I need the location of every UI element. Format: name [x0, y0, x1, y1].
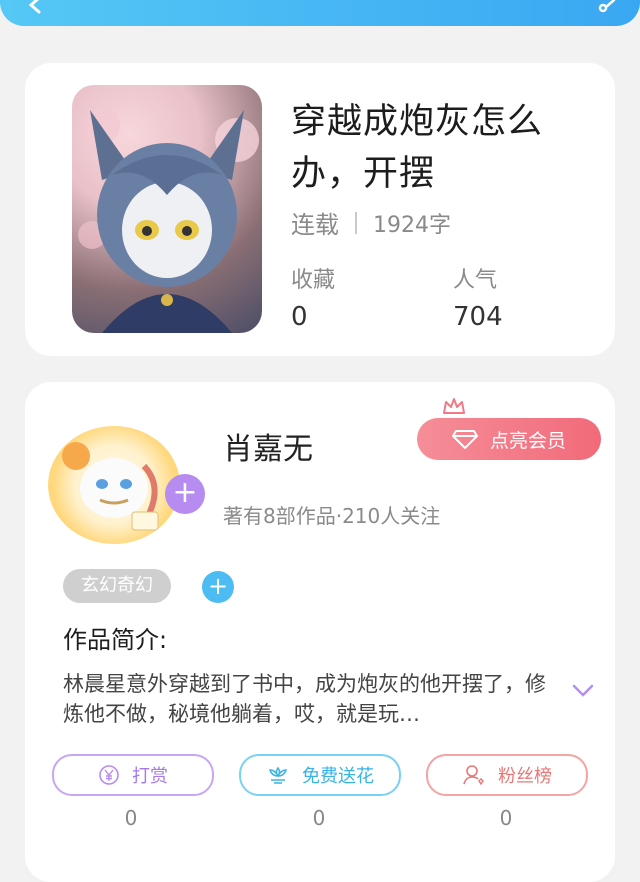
avatar-illustration — [62, 442, 159, 531]
flower-icon — [268, 766, 288, 784]
flower-count: 0 — [312, 806, 326, 830]
fan-ranking-button[interactable]: 粉丝榜 — [426, 754, 588, 796]
author-avatar-group: + — [48, 426, 205, 556]
popularity-label: 人气 — [453, 268, 498, 293]
diamond-icon — [451, 430, 478, 449]
word-count: 1924字 — [373, 212, 451, 238]
free-flower-button[interactable]: 免费送花 — [239, 754, 401, 796]
top-bar — [0, 0, 640, 26]
tip-count: 0 — [124, 806, 138, 830]
cover-illustration — [78, 107, 259, 333]
book-title: 穿越成炮灰怎么办，开摆 — [291, 102, 544, 194]
activate-vip-button[interactable]: 点亮会员 — [417, 418, 601, 460]
author-card: + 肖嘉无 点亮会员 著有8部作品·210人关注 玄幻奇幻 + 作品简介: 林晨… — [25, 382, 615, 882]
author-avatar[interactable] — [48, 426, 180, 544]
divider — [355, 211, 357, 234]
book-info-card: 穿越成炮灰怎么办，开摆 连载 1924字 收藏 0 人气 704 — [25, 63, 615, 356]
author-name[interactable]: 肖嘉无 — [223, 424, 313, 468]
favorites-value: 0 — [291, 302, 308, 332]
favorites-label: 收藏 — [291, 268, 336, 293]
flower-label: 免费送花 — [302, 766, 374, 787]
book-meta: 连载 1924字 — [291, 205, 451, 240]
share-icon[interactable] — [598, 0, 618, 14]
tip-button[interactable]: 打赏 — [52, 754, 214, 796]
fan-ranking-label: 粉丝榜 — [498, 766, 552, 787]
popularity-value: 704 — [453, 302, 503, 332]
serial-status: 连载 — [291, 211, 339, 239]
tip-label: 打赏 — [132, 766, 168, 787]
crown-icon — [443, 398, 465, 414]
back-arrow-icon[interactable] — [26, 0, 44, 14]
follow-plus-button[interactable]: + — [165, 474, 205, 514]
fan-ranking-count: 0 — [499, 806, 513, 830]
chevron-down-icon[interactable] — [572, 684, 594, 698]
add-tag-button[interactable]: + — [202, 571, 234, 603]
author-stats: 著有8部作品·210人关注 — [223, 504, 441, 528]
fan-user-icon — [463, 765, 484, 786]
synopsis-text: 林晨星意外穿越到了书中，成为炮灰的他开摆了，修炼他不做，秘境他躺着，哎，就是玩… — [63, 672, 546, 726]
vip-button-label: 点亮会员 — [489, 429, 566, 452]
book-cover-image[interactable] — [72, 85, 262, 333]
genre-tag[interactable]: 玄幻奇幻 — [63, 569, 171, 603]
synopsis-heading: 作品简介: — [63, 626, 168, 654]
yen-coin-icon — [99, 765, 119, 785]
